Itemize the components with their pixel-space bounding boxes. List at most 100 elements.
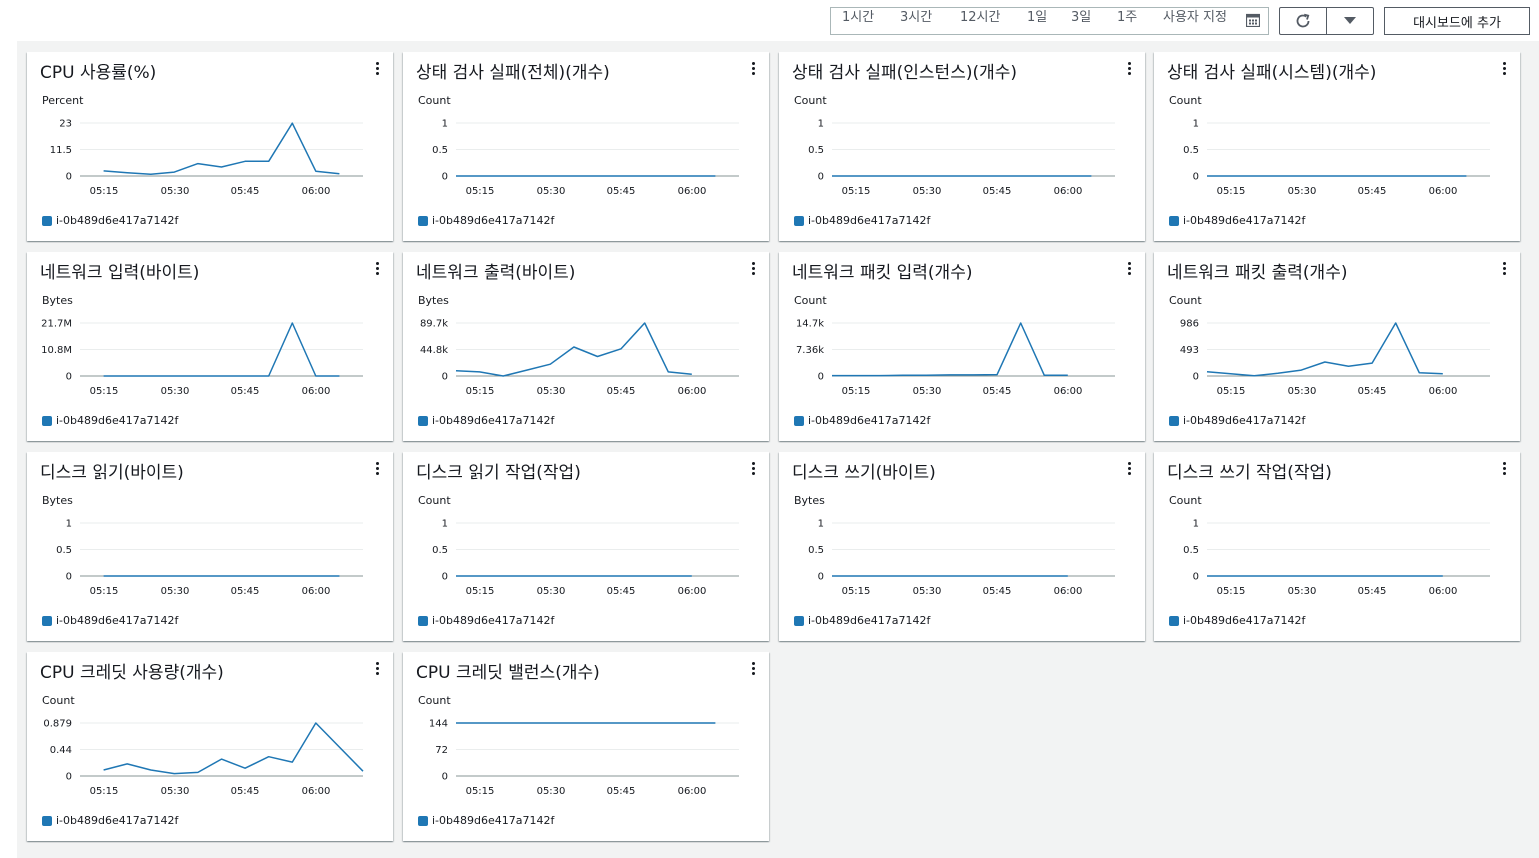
legend-label: i-0b489d6e417a7142f xyxy=(56,214,179,227)
y-tick-label: 0 xyxy=(442,372,448,383)
range-1h[interactable]: 1시간 xyxy=(842,6,874,25)
more-actions-icon[interactable] xyxy=(1503,262,1507,276)
widget-title: 상태 검사 실패(시스템)(개수) xyxy=(1167,63,1377,83)
y-tick-label: 14.7k xyxy=(796,319,824,330)
legend-entry[interactable]: i-0b489d6e417a7142f xyxy=(1169,414,1305,427)
range-custom[interactable]: 사용자 지정 xyxy=(1163,6,1227,25)
refresh-options-button[interactable] xyxy=(1326,7,1374,35)
range-3h[interactable]: 3시간 xyxy=(900,6,932,25)
more-actions-icon[interactable] xyxy=(752,462,756,476)
range-1w[interactable]: 1주 xyxy=(1117,6,1137,25)
more-actions-icon[interactable] xyxy=(376,662,380,676)
metric-widget-9: 디스크 읽기 작업(작업) Count 0 0.5 1 05:15 05:30 05:45… xyxy=(403,452,769,641)
widget-title: 상태 검사 실패(전체)(개수) xyxy=(416,63,610,83)
x-tick-label: 05:45 xyxy=(1358,586,1387,597)
legend-entry[interactable]: i-0b489d6e417a7142f xyxy=(1169,214,1305,227)
legend-swatch xyxy=(794,415,804,426)
metric-widget-10: 디스크 쓰기(바이트) Bytes 0 0.5 1 05:15 05:30 05:45 06… xyxy=(779,452,1145,641)
legend-swatch xyxy=(42,215,52,226)
calendar-icon[interactable] xyxy=(1246,13,1260,27)
metric-chart: 0 0.44 0.879 05:15 05:30 05:45 06:00 xyxy=(43,719,364,797)
x-tick-label: 06:00 xyxy=(1054,186,1083,197)
more-actions-icon[interactable] xyxy=(1128,62,1132,76)
legend-swatch xyxy=(418,415,428,426)
more-actions-icon[interactable] xyxy=(376,462,380,476)
legend-entry[interactable]: i-0b489d6e417a7142f xyxy=(794,614,930,627)
y-axis-unit-label: Count xyxy=(42,694,75,707)
x-tick-label: 05:15 xyxy=(1217,586,1246,597)
x-tick-label: 05:15 xyxy=(1217,186,1246,197)
y-tick-label: 0.44 xyxy=(50,745,72,756)
y-tick-label: 0 xyxy=(1193,372,1199,383)
more-actions-icon[interactable] xyxy=(1503,62,1507,76)
more-actions-icon[interactable] xyxy=(376,62,380,76)
x-tick-label: 05:30 xyxy=(161,786,190,797)
metric-widget-13: CPU 크레딧 밸런스(개수) Count 0 72 144 05:15 05:30 05… xyxy=(403,652,769,841)
legend-swatch xyxy=(1169,615,1179,626)
widget-title: 디스크 읽기 작업(작업) xyxy=(416,463,581,483)
y-axis-unit-label: Count xyxy=(1169,294,1202,307)
legend-entry[interactable]: i-0b489d6e417a7142f xyxy=(42,814,178,827)
range-1d[interactable]: 1일 xyxy=(1027,6,1047,25)
y-tick-label: 0 xyxy=(66,372,72,383)
legend-label: i-0b489d6e417a7142f xyxy=(432,814,555,827)
legend-entry[interactable]: i-0b489d6e417a7142f xyxy=(418,214,554,227)
y-tick-label: 0 xyxy=(442,572,448,583)
x-tick-label: 05:45 xyxy=(1358,186,1387,197)
x-tick-label: 05:45 xyxy=(607,786,636,797)
widget-title: CPU 크레딧 밸런스(개수) xyxy=(416,663,600,683)
legend-entry[interactable]: i-0b489d6e417a7142f xyxy=(42,214,178,227)
more-actions-icon[interactable] xyxy=(1503,462,1507,476)
metric-chart: 0 0.5 1 05:15 05:30 05:45 06:00 xyxy=(1183,519,1490,597)
y-axis-unit-label: Bytes xyxy=(418,294,449,307)
legend-entry[interactable]: i-0b489d6e417a7142f xyxy=(418,814,554,827)
legend-swatch xyxy=(42,815,52,826)
more-actions-icon[interactable] xyxy=(752,62,756,76)
more-actions-icon[interactable] xyxy=(376,262,380,276)
metric-widget-4: 네트워크 입력(바이트) Bytes 0 10.8M 21.7M 05:15 05:30… xyxy=(27,252,393,441)
y-axis-unit-label: Bytes xyxy=(42,294,73,307)
y-tick-label: 0 xyxy=(66,772,72,783)
more-actions-icon[interactable] xyxy=(1128,462,1132,476)
legend-label: i-0b489d6e417a7142f xyxy=(56,814,179,827)
metric-widget-2: 상태 검사 실패(인스턴스)(개수) Count 0 0.5 1 05:15 05:30… xyxy=(779,52,1145,241)
metric-chart: 0 0.5 1 05:15 05:30 05:45 06:00 xyxy=(808,519,1115,597)
x-tick-label: 06:00 xyxy=(1054,386,1083,397)
range-12h[interactable]: 12시간 xyxy=(960,6,1000,25)
y-tick-label: 0 xyxy=(818,372,824,383)
x-tick-label: 05:30 xyxy=(913,186,942,197)
legend-label: i-0b489d6e417a7142f xyxy=(1183,614,1306,627)
legend-label: i-0b489d6e417a7142f xyxy=(808,614,931,627)
legend-label: i-0b489d6e417a7142f xyxy=(808,214,931,227)
y-tick-label: 0 xyxy=(818,172,824,183)
x-tick-label: 05:45 xyxy=(1358,386,1387,397)
widget-title: 네트워크 출력(바이트) xyxy=(416,263,576,283)
x-tick-label: 06:00 xyxy=(302,586,331,597)
metric-widget-1: 상태 검사 실패(전체)(개수) Count 0 0.5 1 05:15 05:30 05… xyxy=(403,52,769,241)
legend-entry[interactable]: i-0b489d6e417a7142f xyxy=(794,214,930,227)
refresh-button[interactable] xyxy=(1279,7,1327,35)
y-tick-label: 23 xyxy=(59,119,72,130)
metric-widget-3: 상태 검사 실패(시스템)(개수) Count 0 0.5 1 05:15 05:30 0… xyxy=(1154,52,1520,241)
range-3d[interactable]: 3일 xyxy=(1071,6,1091,25)
more-actions-icon[interactable] xyxy=(1128,262,1132,276)
add-to-dashboard-button[interactable]: 대시보드에 추가 xyxy=(1384,7,1530,35)
more-actions-icon[interactable] xyxy=(752,662,756,676)
y-tick-label: 7.36k xyxy=(796,345,824,356)
legend-entry[interactable]: i-0b489d6e417a7142f xyxy=(42,614,178,627)
legend-entry[interactable]: i-0b489d6e417a7142f xyxy=(418,414,554,427)
y-tick-label: 21.7M xyxy=(41,319,72,330)
legend-entry[interactable]: i-0b489d6e417a7142f xyxy=(418,614,554,627)
legend-entry[interactable]: i-0b489d6e417a7142f xyxy=(1169,614,1305,627)
x-tick-label: 05:30 xyxy=(913,586,942,597)
metric-chart: 0 0.5 1 05:15 05:30 05:45 06:00 xyxy=(56,519,363,597)
x-tick-label: 05:45 xyxy=(607,586,636,597)
y-tick-label: 0.5 xyxy=(56,545,72,556)
y-axis-unit-label: Count xyxy=(794,294,827,307)
legend-entry[interactable]: i-0b489d6e417a7142f xyxy=(42,414,178,427)
more-actions-icon[interactable] xyxy=(752,262,756,276)
y-tick-label: 0.5 xyxy=(808,145,824,156)
y-tick-label: 1 xyxy=(1193,519,1199,530)
legend-entry[interactable]: i-0b489d6e417a7142f xyxy=(794,414,930,427)
y-tick-label: 0.879 xyxy=(43,719,72,730)
